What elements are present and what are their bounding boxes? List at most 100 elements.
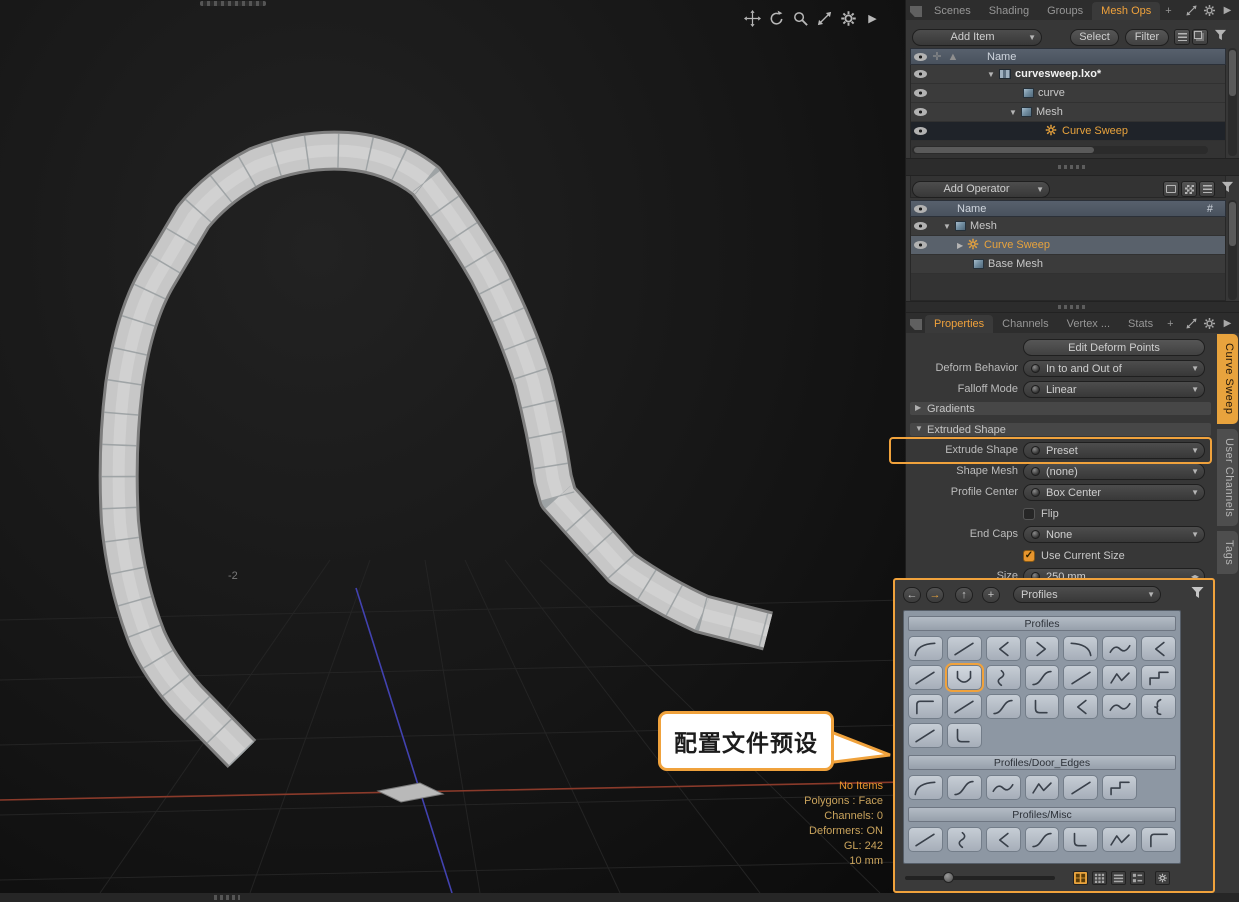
select-button[interactable]: Select — [1070, 29, 1119, 46]
collapse-triangle-icon[interactable]: ▶ — [957, 241, 967, 250]
preset-thumb-hook[interactable] — [1025, 694, 1060, 719]
preset-thumb-diagonal[interactable] — [947, 636, 982, 661]
item-list-vscrollbar[interactable] — [1228, 48, 1237, 156]
deform-behavior-dropdown[interactable]: In to and Out of ▼ — [1023, 360, 1205, 377]
stack-view-icon[interactable] — [1199, 181, 1215, 197]
tab-stats[interactable]: Stats — [1119, 315, 1162, 333]
bottom-scroll-strip[interactable] — [0, 893, 1239, 902]
preset-thumb-hook[interactable] — [947, 723, 982, 748]
preset-section-header[interactable]: Profiles — [908, 616, 1176, 631]
preset-thumb-angle-right[interactable] — [1025, 636, 1060, 661]
preset-filter-funnel-icon[interactable] — [1190, 586, 1205, 603]
operator-list-vscrollbar[interactable] — [1228, 200, 1237, 300]
panel-grip[interactable] — [200, 1, 266, 6]
small-grid-view-icon[interactable] — [1092, 871, 1107, 885]
panel-menu-arrow-icon[interactable]: ▶ — [1221, 4, 1234, 17]
visibility-eye-icon[interactable] — [914, 108, 927, 116]
panel-corner-icon[interactable] — [910, 319, 922, 330]
preset-thumb-zigzag[interactable] — [1025, 775, 1060, 800]
panel-divider[interactable] — [906, 301, 1239, 313]
panel-settings-gear-icon[interactable] — [1203, 317, 1216, 330]
preset-thumb-angle-left[interactable] — [1063, 694, 1098, 719]
layer-view-icon[interactable] — [1192, 29, 1208, 45]
preset-thumb-diagonal[interactable] — [947, 694, 982, 719]
visibility-eye-icon[interactable] — [914, 222, 927, 230]
side-tab-tags[interactable]: Tags — [1217, 531, 1238, 574]
item-row-curve-sweep[interactable]: Curve Sweep — [911, 122, 1225, 141]
preset-thumb-arc[interactable] — [908, 636, 943, 661]
preset-thumb-squiggle[interactable] — [986, 665, 1021, 690]
preset-thumb-arc-flip[interactable] — [1063, 636, 1098, 661]
preset-thumb-wave[interactable] — [986, 775, 1021, 800]
preset-thumb-corner[interactable] — [908, 694, 943, 719]
visibility-eye-icon[interactable] — [914, 89, 927, 97]
visibility-eye-icon[interactable] — [914, 127, 927, 135]
end-caps-dropdown[interactable]: None ▼ — [1023, 526, 1205, 543]
panel-corner-icon[interactable] — [910, 6, 922, 17]
preset-path-dropdown[interactable]: Profiles ▼ — [1013, 586, 1161, 603]
back-arrow-icon[interactable]: ← — [903, 587, 921, 603]
preset-thumb-brace[interactable] — [1141, 694, 1176, 719]
side-tab-curve-sweep[interactable]: Curve Sweep — [1217, 334, 1238, 424]
tab-scenes[interactable]: Scenes — [925, 2, 980, 20]
visibility-eye-icon[interactable] — [914, 241, 927, 249]
thumbnail-view-icon[interactable] — [1073, 871, 1088, 885]
tab-shading[interactable]: Shading — [980, 2, 1038, 20]
preset-thumb-angle-left[interactable] — [986, 827, 1021, 852]
zoom-tool-icon[interactable] — [792, 10, 809, 27]
panel-menu-arrow-icon[interactable]: ▶ — [1221, 317, 1234, 330]
preset-thumb-diagonal[interactable] — [1063, 665, 1098, 690]
add-operator-dropdown[interactable]: Add Operator ▼ — [912, 181, 1050, 198]
tab-mesh-ops[interactable]: Mesh Ops — [1092, 2, 1160, 20]
use-current-size-checkbox[interactable]: ✓ — [1023, 550, 1035, 562]
filter-button[interactable]: Filter — [1125, 29, 1169, 46]
add-tab-button[interactable]: + — [1162, 315, 1178, 333]
preset-thumb-s-curve[interactable] — [947, 775, 982, 800]
move-tool-icon[interactable] — [744, 10, 761, 27]
shape-mesh-dropdown[interactable]: (none) ▼ — [1023, 463, 1205, 480]
item-list-hscrollbar[interactable] — [912, 146, 1208, 154]
tab-properties[interactable]: Properties — [925, 315, 993, 333]
add-tab-button[interactable]: + — [1160, 2, 1176, 20]
preset-thumb-zigzag[interactable] — [1102, 665, 1137, 690]
preset-thumb-zigzag[interactable] — [1102, 827, 1137, 852]
maximize-panel-icon[interactable] — [1185, 4, 1198, 17]
edit-deform-points-button[interactable]: Edit Deform Points — [1023, 339, 1205, 356]
tab-vertex[interactable]: Vertex ... — [1058, 315, 1119, 333]
maximize-viewport-icon[interactable] — [816, 10, 833, 27]
forward-arrow-icon[interactable]: → — [926, 587, 944, 603]
list-view-icon[interactable] — [1111, 871, 1126, 885]
preset-thumb-s-curve[interactable] — [1025, 665, 1060, 690]
preset-thumb-diagonal[interactable] — [908, 827, 943, 852]
preset-thumb-s-curve[interactable] — [1025, 827, 1060, 852]
item-row-mesh[interactable]: ▼ Mesh — [911, 103, 1225, 122]
preset-thumb-diagonal[interactable] — [1063, 775, 1098, 800]
viewport-settings-gear-icon[interactable] — [840, 10, 857, 27]
operator-row-mesh[interactable]: ▼ Mesh — [911, 217, 1225, 236]
preset-thumb-hook[interactable] — [1063, 827, 1098, 852]
profile-center-dropdown[interactable]: Box Center ▼ — [1023, 484, 1205, 501]
panel-settings-gear-icon[interactable] — [1203, 4, 1216, 17]
gradients-section-header[interactable]: ▶ Gradients — [910, 402, 1211, 415]
falloff-mode-dropdown[interactable]: Linear ▼ — [1023, 381, 1205, 398]
tab-channels[interactable]: Channels — [993, 315, 1057, 333]
extruded-shape-section-header[interactable]: ▼ Extruded Shape — [910, 423, 1211, 436]
preset-thumb-wave[interactable] — [1102, 636, 1137, 661]
operator-row-base-mesh[interactable]: Base Mesh — [911, 255, 1225, 274]
preset-thumb-diagonal[interactable] — [908, 723, 943, 748]
preset-thumb-corner[interactable] — [1141, 827, 1176, 852]
up-directory-icon[interactable]: ↑ — [955, 587, 973, 603]
visibility-eye-icon[interactable] — [914, 70, 927, 78]
preset-thumb-angle-left[interactable] — [1141, 636, 1176, 661]
panel-divider[interactable] — [906, 158, 1239, 176]
preset-thumb-diagonal[interactable] — [908, 665, 943, 690]
detail-view-icon[interactable] — [1130, 871, 1145, 885]
rotate-tool-icon[interactable] — [768, 10, 785, 27]
preset-thumb-angle-left[interactable] — [986, 636, 1021, 661]
extrude-shape-dropdown[interactable]: Preset ▼ — [1023, 442, 1205, 459]
preset-thumb-step[interactable] — [1141, 665, 1176, 690]
side-tab-user-channels[interactable]: User Channels — [1217, 429, 1238, 526]
maximize-panel-icon[interactable] — [1185, 317, 1198, 330]
preset-thumb-step[interactable] — [1102, 775, 1137, 800]
expand-triangle-icon[interactable]: ▼ — [943, 222, 953, 231]
